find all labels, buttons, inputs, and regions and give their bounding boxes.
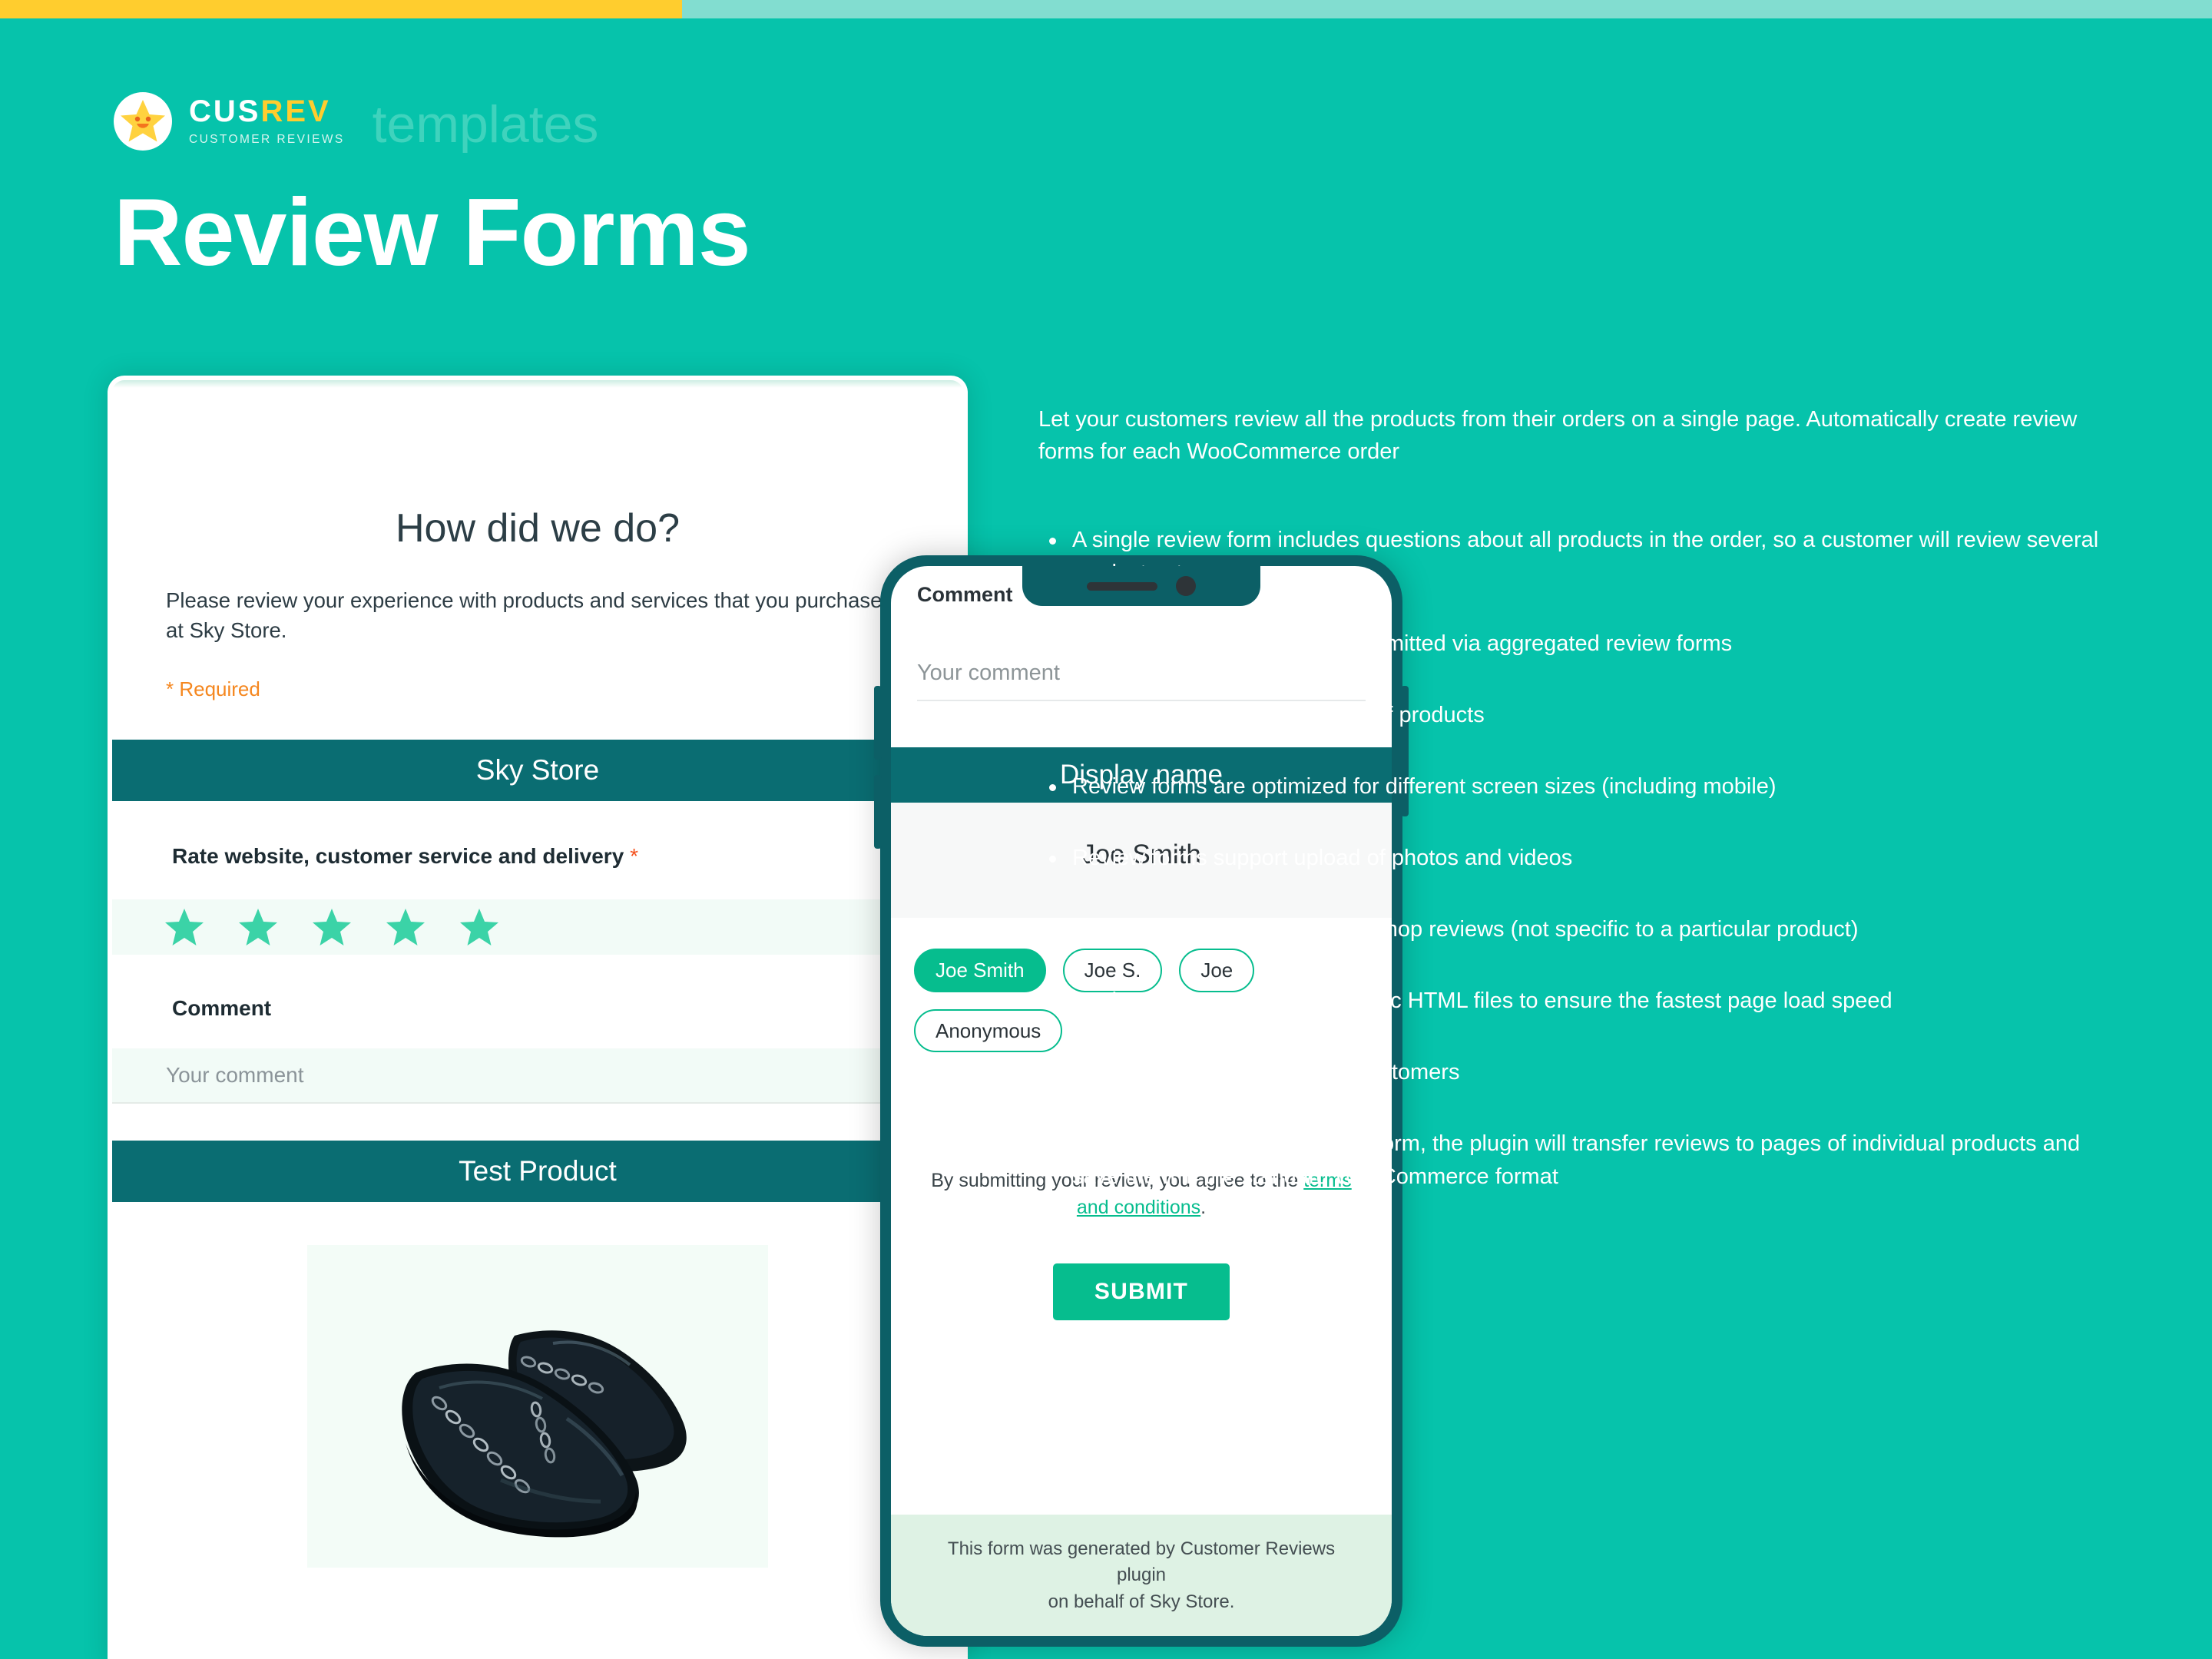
phone-volume-up-button[interactable]: [874, 686, 882, 760]
speaker-grille-icon: [1087, 581, 1157, 591]
brand-name-cus: CUS: [189, 94, 261, 128]
submit-button-row: SUBMIT: [891, 1263, 1392, 1321]
brand-logo: CUSREV CUSTOMER REVIEWS templates: [114, 86, 1035, 157]
list-item: After submission of the review form, the…: [1038, 1128, 2129, 1194]
brand-tagline: CUSTOMER REVIEWS: [189, 133, 345, 146]
top-accent-stripe: [0, 0, 2212, 18]
list-item: Review forms support upload of photos an…: [1038, 842, 2129, 875]
list-item: Review forms are optimized for different…: [1038, 770, 2129, 803]
list-item: Review forms include pictures of product…: [1038, 699, 2129, 732]
star-icon[interactable]: [164, 908, 204, 946]
stripe-segment-yellow: [0, 0, 682, 18]
section-band-test-product: Test Product: [112, 1141, 963, 1203]
form-heading: How did we do?: [396, 506, 680, 551]
section-band-sky-store: Sky Store: [112, 740, 963, 802]
name-option-joe-smith[interactable]: Joe Smith: [914, 949, 1046, 992]
phone-notch: [1022, 566, 1260, 606]
submit-button[interactable]: SUBMIT: [1052, 1263, 1230, 1321]
feature-bullet-list: A single review form includes questions …: [1038, 524, 2129, 1194]
comment-label: Comment: [172, 996, 272, 1021]
lede-paragraph: Let your customers review all the produc…: [1038, 407, 2078, 465]
rating-question-label: Rate website, customer service and deliv…: [172, 844, 963, 869]
comment-input[interactable]: Your comment: [112, 1048, 963, 1104]
required-asterisk: *: [630, 844, 638, 869]
star-icon[interactable]: [459, 908, 499, 946]
brand-name-rev: REV: [260, 94, 331, 128]
feature-description-column: Let your customers review all the produc…: [1038, 403, 2129, 1232]
footer-line-1: This form was generated by Customer Revi…: [947, 1538, 1336, 1586]
list-item: Manual approval of reviews submitted via…: [1038, 628, 2129, 661]
front-camera-icon: [1176, 576, 1196, 596]
stripe-segment-teal: [682, 0, 2212, 18]
star-icon[interactable]: [312, 908, 352, 946]
list-item: Review forms are stored as static HTML f…: [1038, 985, 2129, 1018]
star-icon[interactable]: [386, 908, 426, 946]
phone-volume-down-button[interactable]: [874, 775, 882, 849]
page-header: CUSREV CUSTOMER REVIEWS templates Review…: [114, 86, 1035, 283]
star-rating-input[interactable]: [112, 899, 963, 955]
star-icon[interactable]: [238, 908, 278, 946]
footer-line-2: on behalf of Sky Store.: [1048, 1591, 1235, 1613]
product-photo-black-patent-chain-loafers: [307, 1245, 768, 1568]
product-image-container: [112, 1245, 963, 1568]
required-note: * Required: [166, 677, 260, 701]
list-item: Reply to reviews left by your customers: [1038, 1056, 2129, 1089]
rating-question-text: Rate website, customer service and deliv…: [172, 844, 624, 869]
star-smiley-icon: [114, 92, 172, 151]
mobile-form-footer: This form was generated by Customer Revi…: [891, 1514, 1392, 1636]
list-item: Review forms support general shop review…: [1038, 913, 2129, 946]
brand-wordmark: CUSREV CUSTOMER REVIEWS: [189, 96, 345, 147]
form-intro-text: Please review your experience with produ…: [166, 588, 894, 643]
page-title: Review Forms: [114, 180, 751, 286]
desktop-review-form-card: How did we do? Please review your experi…: [108, 376, 968, 1659]
templates-label: templates: [372, 95, 599, 154]
